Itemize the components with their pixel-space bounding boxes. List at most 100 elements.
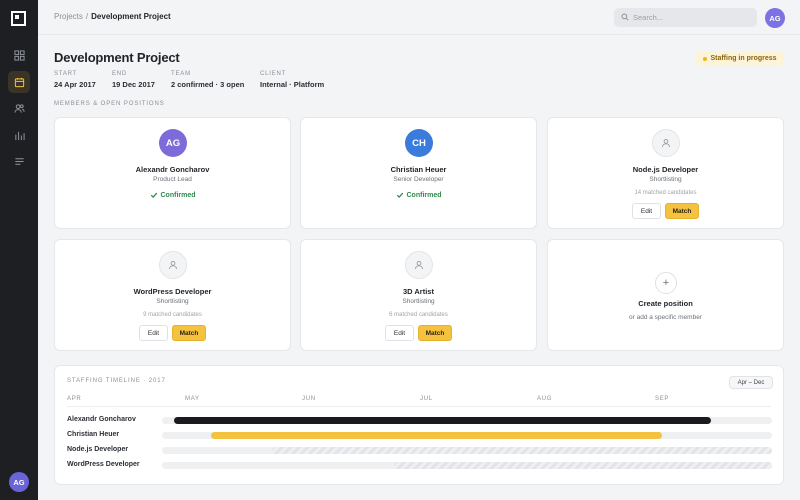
month-label: APR [67,396,82,402]
meta-client-value: Internal · Platform [260,80,325,89]
position-avatar [652,129,680,157]
users-icon [13,103,25,113]
month-label: MAY [185,396,200,402]
sidebar-item-reports[interactable] [8,124,30,146]
meta-client: CLIENT Internal · Platform [260,71,324,89]
section-label: MEMBERS & OPEN POSITIONS [54,101,165,107]
staffing-timeline: STAFFING TIMELINE · 2017 Apr – Dec APR M… [54,365,784,485]
user-placeholder-icon [169,261,177,270]
match-button[interactable]: Match [172,325,206,341]
position-card-3d-artist[interactable]: 3D Artist Shortlisting 6 matched candida… [300,239,537,351]
meta-end: END 19 Dec 2017 [112,71,155,89]
timeline-row: Christian Heuer [55,430,783,440]
position-name: WordPress Developer [133,287,212,296]
status-badge-label: Staffing in progress [710,55,777,62]
timeline-row-label: WordPress Developer [67,461,140,468]
timeline-divider [67,406,771,407]
search-icon [621,13,629,21]
logo-icon[interactable] [11,11,26,26]
timeline-row: WordPress Developer [55,460,783,470]
create-position-sublabel: or add a specific member [629,314,702,321]
member-card-christian[interactable]: CH Christian Heuer Senior Developer Conf… [300,117,537,229]
page-title: Development Project [54,50,180,65]
breadcrumb: Projects / Development Project [54,12,171,21]
user-avatar[interactable]: AG [765,8,785,28]
edit-button[interactable]: Edit [632,203,661,219]
timeline-months: APR MAY JUN JUL AUG SEP [55,396,783,406]
check-icon [150,192,157,198]
timeline-bar[interactable] [393,462,772,469]
match-button[interactable]: Match [418,325,452,341]
create-position-card[interactable]: + Create position or add a specific memb… [547,239,784,351]
timeline-row-label: Node.js Developer [67,446,129,453]
edit-button[interactable]: Edit [385,325,414,341]
member-card-alexandr[interactable]: AG Alexandr Goncharov Product Lead Confi… [54,117,291,229]
sidebar-item-lists[interactable] [8,150,30,172]
position-card-wordpress[interactable]: WordPress Developer Shortlisting 9 match… [54,239,291,351]
meta-end-value: 19 Dec 2017 [112,80,155,89]
meta-team-value: 2 confirmed · 3 open [171,80,245,89]
card-actions: Edit Match [55,325,290,341]
timeline-bar[interactable] [271,447,772,454]
calendar-icon [14,77,24,87]
meta-client-label: CLIENT [260,71,287,77]
month-label: JUL [420,396,433,402]
create-position-label: Create position [638,299,693,308]
sidebar: AG [0,0,38,500]
sidebar-item-projects[interactable] [8,71,30,93]
matched-count: 9 matched candidates [143,312,202,318]
timeline-bar[interactable] [174,417,711,424]
chart-icon [14,131,25,140]
sidebar-avatar[interactable]: AG [9,472,29,492]
breadcrumb-root[interactable]: Projects [54,12,83,21]
timeline-row-label: Christian Heuer [67,431,120,438]
status-dot-icon [703,56,708,61]
timeline-row-label: Alexandr Goncharov [67,416,136,423]
position-card-nodejs[interactable]: Node.js Developer Shortlisting 14 matche… [547,117,784,229]
position-status: Shortlisting [402,298,435,305]
member-role: Senior Developer [393,176,444,183]
user-placeholder-icon [415,261,423,270]
edit-button[interactable]: Edit [139,325,168,341]
confirmed-status: Confirmed [301,191,536,199]
topbar: Projects / Development Project Search... A… [38,0,800,35]
sidebar-item-dashboard[interactable] [8,44,30,66]
confirmed-label: Confirmed [160,191,196,199]
timeline-bar[interactable] [210,432,663,439]
list-icon [14,157,24,165]
matched-count: 6 matched candidates [389,312,448,318]
timeline-row: Alexandr Goncharov [55,415,783,425]
position-name: Node.js Developer [632,165,699,174]
check-icon [396,192,403,198]
position-avatar [159,251,187,279]
status-badge: Staffing in progress [696,51,784,66]
meta-team-label: TEAM [171,71,191,77]
search-input[interactable]: Search... [614,8,757,27]
matched-count: 14 matched candidates [634,190,697,196]
position-name: 3D Artist [403,287,434,296]
meta-start-label: START [54,71,78,77]
position-status: Shortlisting [649,176,682,183]
card-actions: Edit Match [548,203,783,219]
meta-end-label: END [112,71,128,77]
plus-icon[interactable]: + [655,272,677,294]
position-status: Shortlisting [156,298,189,305]
timeline-title: STAFFING TIMELINE · 2017 [67,378,166,384]
match-button[interactable]: Match [665,203,699,219]
confirmed-status: Confirmed [55,191,290,199]
member-avatar: AG [159,129,187,157]
month-label: JUN [302,396,316,402]
meta-start: START 24 Apr 2017 [54,71,96,89]
grid-icon [13,49,25,61]
search-placeholder: Search... [633,13,664,22]
breadcrumb-separator: / [85,12,89,21]
timeline-row: Node.js Developer [55,445,783,455]
confirmed-label: Confirmed [406,191,442,199]
member-role: Product Lead [153,176,192,183]
sidebar-item-people[interactable] [8,97,30,119]
meta-start-value: 24 Apr 2017 [54,80,96,89]
timeline-range-select[interactable]: Apr – Dec [729,376,773,389]
card-actions: Edit Match [301,325,536,341]
month-label: SEP [655,396,670,402]
month-label: AUG [537,396,553,402]
